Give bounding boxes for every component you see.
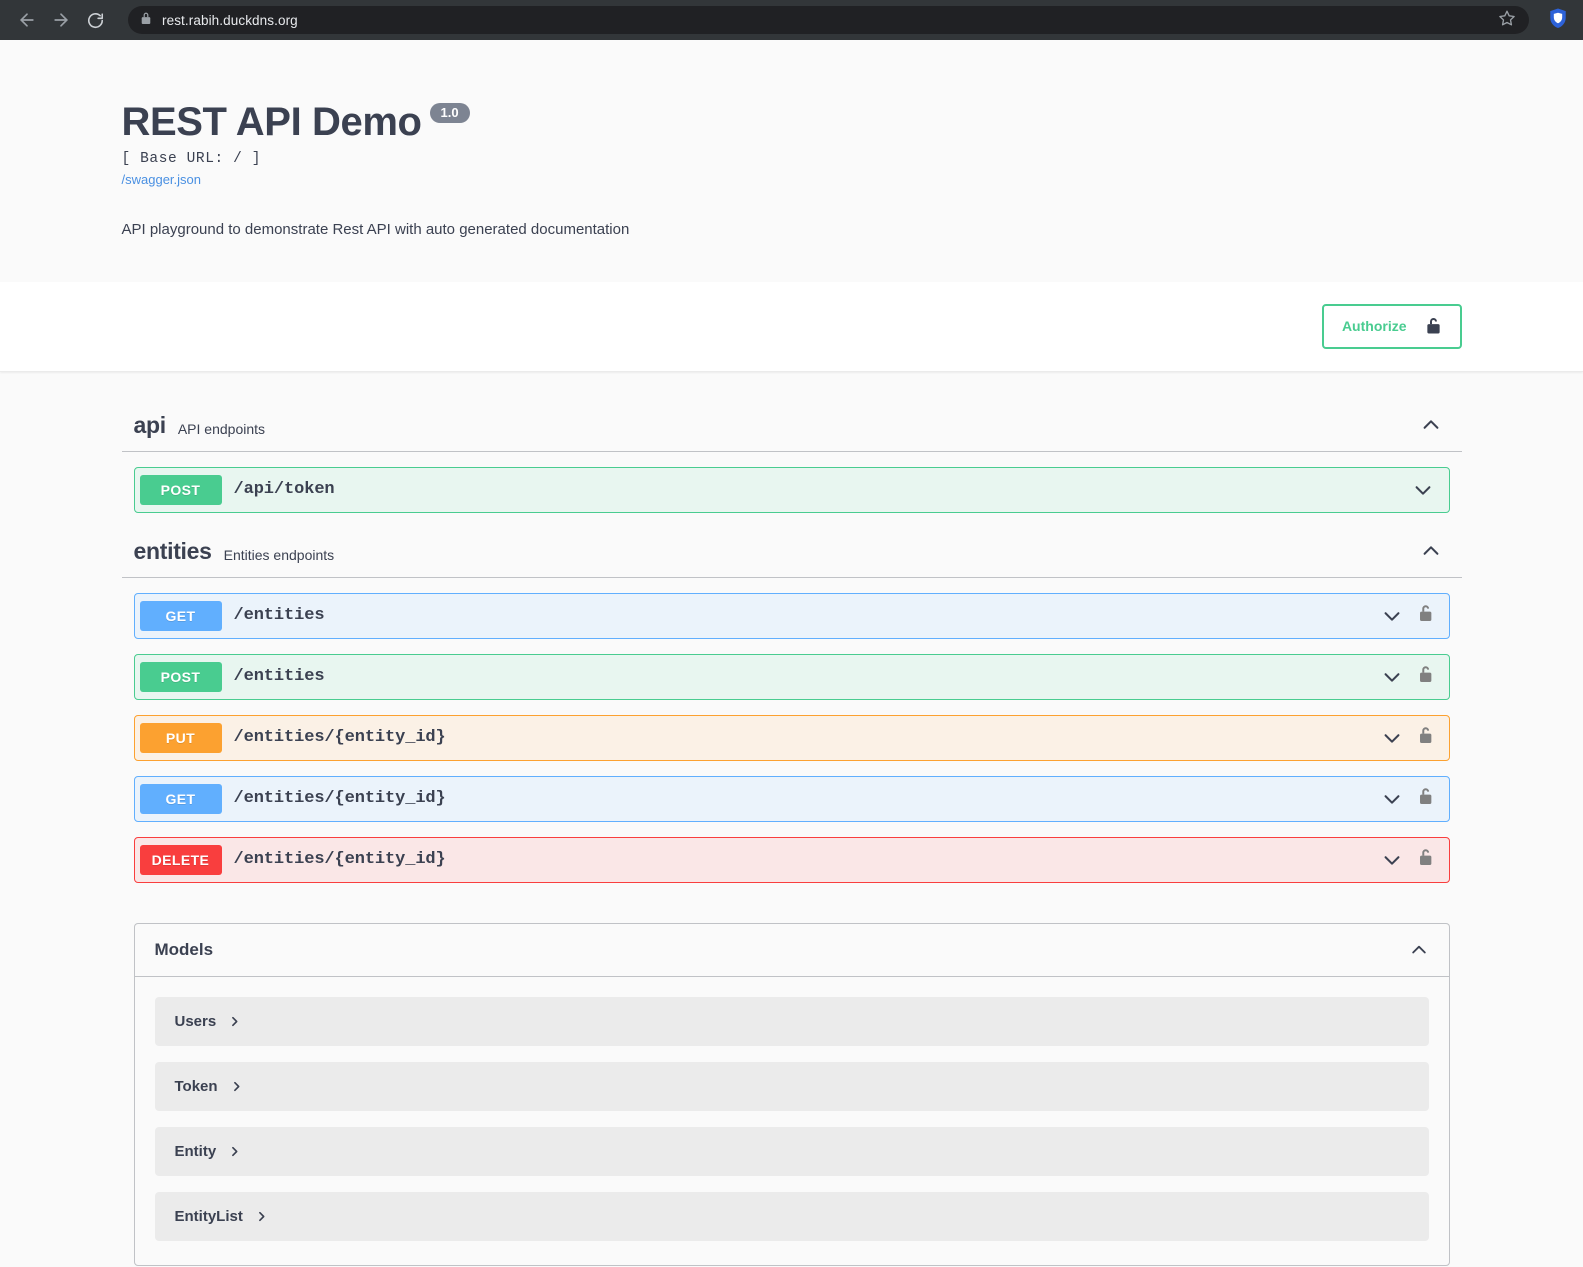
unlock-icon[interactable] [1417, 664, 1434, 689]
chevron-up-icon[interactable] [1409, 940, 1429, 960]
operation-row[interactable]: GET /entities [133, 592, 1450, 639]
model-name: Users [174, 1012, 217, 1030]
browser-toolbar: rest.rabih.duckdns.org [0, 0, 1583, 40]
tag-section-api: api API endpoints POST /api/token [121, 402, 1462, 513]
operation-path: /entities/{entity_id} [233, 850, 446, 869]
chevron-up-icon[interactable] [1420, 414, 1442, 436]
operation-list-api: POST /api/token [122, 466, 1462, 513]
spec-link[interactable]: /swagger.json [122, 172, 1462, 187]
operation-row[interactable]: POST /api/token [133, 466, 1450, 513]
swagger-ui-page: REST API Demo 1.0 [ Base URL: / ] /swagg… [0, 40, 1583, 1267]
operation-list-entities: GET /entities POST /entities PUT /entiti… [122, 592, 1462, 883]
authorize-label: Authorize [1341, 318, 1407, 334]
model-name: Entity [174, 1142, 217, 1160]
chevron-down-icon[interactable] [1381, 666, 1403, 688]
tag-header-api[interactable]: api API endpoints [121, 402, 1462, 452]
star-icon [1498, 9, 1516, 32]
model-name: EntityList [174, 1207, 243, 1225]
address-bar[interactable]: rest.rabih.duckdns.org [128, 6, 1529, 34]
unlock-icon[interactable] [1417, 725, 1434, 750]
operation-row[interactable]: DELETE /entities/{entity_id} [133, 836, 1450, 883]
padlock-icon [140, 11, 152, 30]
method-badge: DELETE [139, 844, 222, 875]
bookmark-button[interactable] [1495, 8, 1519, 32]
base-url: [ Base URL: / ] [121, 151, 262, 167]
api-info-block: REST API Demo 1.0 [ Base URL: / ] /swagg… [0, 40, 1583, 282]
api-description: API playground to demonstrate Rest API w… [121, 221, 630, 238]
unlock-icon[interactable] [1417, 603, 1434, 628]
method-badge: GET [139, 600, 222, 631]
operation-path: /entities [233, 606, 325, 625]
operation-path: /entities [233, 667, 325, 686]
models-list: Users Token Entity EntityList [135, 977, 1449, 1265]
models-title: Models [154, 939, 214, 959]
models-header[interactable]: Models [134, 924, 1449, 977]
chevron-right-icon[interactable] [228, 1015, 241, 1028]
operation-row[interactable]: POST /entities [133, 653, 1450, 700]
tag-section-entities: entities Entities endpoints GET /entitie… [121, 528, 1462, 883]
models-panel: Models Users Token Entity EntityList [133, 922, 1450, 1266]
auth-band: Authorize [0, 281, 1583, 372]
page-title: REST API Demo [121, 100, 422, 144]
arrow-right-icon [51, 10, 71, 30]
model-row[interactable]: Entity [154, 1126, 1429, 1176]
authorize-button[interactable]: Authorize [1321, 303, 1462, 349]
method-badge: POST [139, 661, 222, 692]
version-badge: 1.0 [429, 103, 470, 123]
unlock-icon[interactable] [1417, 786, 1434, 811]
model-row[interactable]: Token [154, 1061, 1429, 1111]
back-button[interactable] [12, 5, 42, 35]
chevron-down-icon[interactable] [1381, 605, 1403, 627]
model-name: Token [174, 1077, 218, 1095]
chevron-up-icon[interactable] [1420, 540, 1442, 562]
model-row[interactable]: Users [154, 996, 1429, 1046]
chevron-down-icon[interactable] [1381, 727, 1403, 749]
tag-header-entities[interactable]: entities Entities endpoints [121, 528, 1462, 578]
tag-description: Entities endpoints [223, 546, 335, 563]
operation-path: /api/token [233, 480, 335, 499]
forward-button[interactable] [46, 5, 76, 35]
unlock-icon [1425, 316, 1442, 337]
reload-button[interactable] [80, 5, 110, 35]
model-row[interactable]: EntityList [154, 1191, 1429, 1241]
chevron-right-icon[interactable] [255, 1210, 268, 1223]
chevron-down-icon[interactable] [1381, 849, 1403, 871]
tag-name: entities [133, 537, 212, 564]
operation-path: /entities/{entity_id} [233, 789, 446, 808]
shield-extension-icon [1548, 7, 1568, 34]
operation-row[interactable]: PUT /entities/{entity_id} [133, 714, 1450, 761]
operations-container: api API endpoints POST /api/token entiti… [62, 372, 1522, 1266]
title-row: REST API Demo 1.0 [122, 100, 1462, 144]
chevron-down-icon[interactable] [1412, 479, 1434, 501]
operation-row[interactable]: GET /entities/{entity_id} [133, 775, 1450, 822]
method-badge: GET [139, 783, 222, 814]
tag-name: api [133, 411, 167, 438]
chevron-right-icon[interactable] [228, 1145, 241, 1158]
extension-button[interactable] [1545, 7, 1571, 33]
tag-description: API endpoints [177, 420, 266, 437]
operation-path: /entities/{entity_id} [233, 728, 446, 747]
address-bar-url: rest.rabih.duckdns.org [162, 12, 298, 28]
method-badge: POST [139, 474, 222, 505]
arrow-left-icon [17, 10, 37, 30]
chevron-down-icon[interactable] [1381, 788, 1403, 810]
unlock-icon[interactable] [1417, 847, 1434, 872]
method-badge: PUT [139, 722, 222, 753]
reload-icon [86, 11, 105, 30]
chevron-right-icon[interactable] [230, 1080, 243, 1093]
